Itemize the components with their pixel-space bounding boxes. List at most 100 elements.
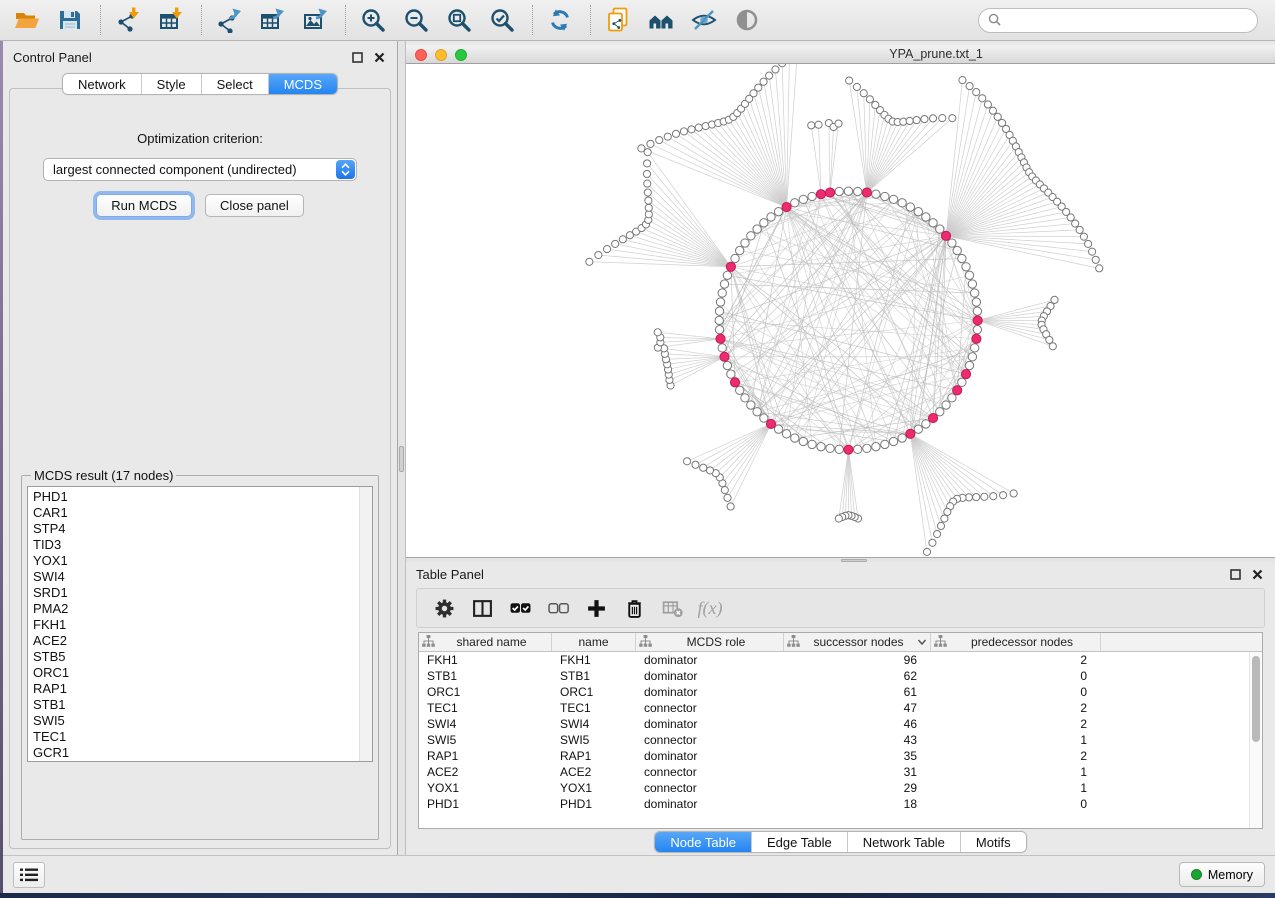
mcds-result-item[interactable]: SRD1	[33, 585, 359, 601]
zoom-out-icon[interactable]	[401, 5, 431, 35]
table-tab-network-table[interactable]: Network Table	[848, 832, 961, 852]
tab-select[interactable]: Select	[202, 74, 269, 94]
mcds-hub-node[interactable]	[766, 419, 775, 428]
mcds-hub-node[interactable]	[941, 231, 950, 240]
mcds-hub-node[interactable]	[906, 429, 915, 438]
table-scrollbar[interactable]	[1249, 652, 1262, 828]
run-mcds-button[interactable]: Run MCDS	[96, 194, 192, 217]
memory-button[interactable]: Memory	[1179, 862, 1265, 887]
float-panel-icon[interactable]	[1227, 566, 1243, 582]
scrollbar-thumb[interactable]	[1252, 656, 1260, 742]
mcds-hub-node[interactable]	[953, 386, 962, 395]
column-header-successor-nodes[interactable]: successor nodes	[784, 633, 931, 651]
mcds-result-item[interactable]: TID3	[33, 537, 359, 553]
optimization-criterion-select[interactable]: largest connected component (undirected)	[43, 158, 357, 181]
add-column-icon[interactable]	[579, 594, 613, 622]
splitter-handle[interactable]	[399, 446, 404, 472]
mcds-result-item[interactable]: RAP1	[33, 681, 359, 697]
table-row[interactable]: ACE2ACE2connector311	[419, 764, 1262, 780]
mcds-hub-node[interactable]	[862, 188, 871, 197]
close-panel-icon[interactable]	[1249, 566, 1265, 582]
mcds-hub-node[interactable]	[816, 190, 825, 199]
mcds-result-item[interactable]: TEC1	[33, 729, 359, 745]
zoom-in-icon[interactable]	[358, 5, 388, 35]
mcds-hub-node[interactable]	[928, 413, 937, 422]
mcds-result-item[interactable]: YOX1	[33, 553, 359, 569]
mcds-result-item[interactable]: PMA2	[33, 601, 359, 617]
mcds-result-item[interactable]: SWI5	[33, 713, 359, 729]
table-row[interactable]: ORC1ORC1dominator610	[419, 684, 1262, 700]
horizontal-splitter[interactable]	[406, 557, 1275, 562]
deselect-all-icon[interactable]	[541, 594, 575, 622]
refresh-icon[interactable]	[545, 5, 575, 35]
tab-mcds[interactable]: MCDS	[269, 74, 337, 94]
mcds-hub-node[interactable]	[972, 334, 981, 343]
mcds-result-item[interactable]: SWI4	[33, 569, 359, 585]
mcds-hub-node[interactable]	[825, 188, 834, 197]
select-all-icon[interactable]	[503, 594, 537, 622]
table-tab-edge-table[interactable]: Edge Table	[752, 832, 848, 852]
table-row[interactable]: SWI5SWI5connector431	[419, 732, 1262, 748]
table-row[interactable]: RAP1RAP1dominator352	[419, 748, 1262, 764]
mcds-result-item[interactable]: CAR1	[33, 505, 359, 521]
mcds-hub-node[interactable]	[730, 378, 739, 387]
table-row[interactable]: SWI4SWI4dominator462	[419, 716, 1262, 732]
task-history-button[interactable]	[13, 862, 45, 888]
mcds-hub-node[interactable]	[844, 445, 853, 454]
mcds-result-item[interactable]: STP4	[33, 521, 359, 537]
mcds-hub-node[interactable]	[726, 262, 735, 271]
search-input[interactable]	[1006, 14, 1257, 28]
column-header-name[interactable]: name	[552, 633, 636, 651]
mcds-hub-node[interactable]	[716, 334, 725, 343]
column-header-MCDS-role[interactable]: MCDS role	[636, 633, 784, 651]
mcds-result-item[interactable]: ACE2	[33, 633, 359, 649]
mcds-result-item[interactable]: PHD1	[33, 489, 359, 505]
column-header-predecessor-nodes[interactable]: predecessor nodes	[931, 633, 1101, 651]
show-columns-icon[interactable]	[465, 594, 499, 622]
minimize-window-icon[interactable]	[435, 49, 447, 61]
export-table-icon[interactable]	[257, 5, 287, 35]
table-row[interactable]: PHD1PHD1dominator180	[419, 796, 1262, 812]
import-table-icon[interactable]	[156, 5, 186, 35]
first-neighbors-icon[interactable]	[646, 5, 676, 35]
column-header-shared-name[interactable]: shared name	[419, 633, 552, 651]
zoom-fit-icon[interactable]	[444, 5, 474, 35]
table-row[interactable]: FKH1FKH1dominator962	[419, 652, 1262, 668]
close-panel-button[interactable]: Close panel	[205, 194, 304, 217]
vertical-splitter[interactable]	[397, 41, 406, 855]
table-tab-node-table[interactable]: Node Table	[655, 832, 752, 852]
close-panel-icon[interactable]	[371, 49, 387, 65]
network-canvas[interactable]	[406, 64, 1275, 557]
show-all-icon[interactable]	[732, 5, 762, 35]
search-field[interactable]	[978, 8, 1258, 33]
settings-gear-icon[interactable]	[427, 594, 461, 622]
splitter-handle[interactable]	[841, 559, 867, 562]
delete-column-icon[interactable]	[617, 594, 651, 622]
zoom-selected-icon[interactable]	[487, 5, 517, 35]
mcds-result-item[interactable]: FKH1	[33, 617, 359, 633]
tab-style[interactable]: Style	[142, 74, 202, 94]
mcds-result-item[interactable]: STB5	[33, 649, 359, 665]
maximize-window-icon[interactable]	[455, 49, 467, 61]
mcds-hub-node[interactable]	[961, 370, 970, 379]
mcds-result-item[interactable]: ORC1	[33, 665, 359, 681]
export-image-icon[interactable]	[300, 5, 330, 35]
table-body[interactable]: FKH1FKH1dominator962STB1STB1dominator620…	[419, 652, 1262, 828]
float-panel-icon[interactable]	[349, 49, 365, 65]
save-session-icon[interactable]	[55, 5, 85, 35]
network-window-titlebar[interactable]: YPA_prune.txt_1	[406, 45, 1275, 64]
mcds-hub-node[interactable]	[973, 316, 982, 325]
mcds-hub-node[interactable]	[720, 352, 729, 361]
table-row[interactable]: STB1STB1dominator620	[419, 668, 1262, 684]
import-network-icon[interactable]	[113, 5, 143, 35]
mcds-hub-node[interactable]	[782, 202, 791, 211]
table-row[interactable]: TEC1TEC1connector472	[419, 700, 1262, 716]
mcds-result-item[interactable]: GCR1	[33, 745, 359, 761]
new-network-from-selection-icon[interactable]	[603, 5, 633, 35]
hide-selected-icon[interactable]	[689, 5, 719, 35]
table-row[interactable]: YOX1YOX1connector291	[419, 780, 1262, 796]
open-session-icon[interactable]	[12, 5, 42, 35]
table-tab-motifs[interactable]: Motifs	[961, 832, 1026, 852]
mcds-result-item[interactable]: STB1	[33, 697, 359, 713]
tab-network[interactable]: Network	[63, 74, 142, 94]
